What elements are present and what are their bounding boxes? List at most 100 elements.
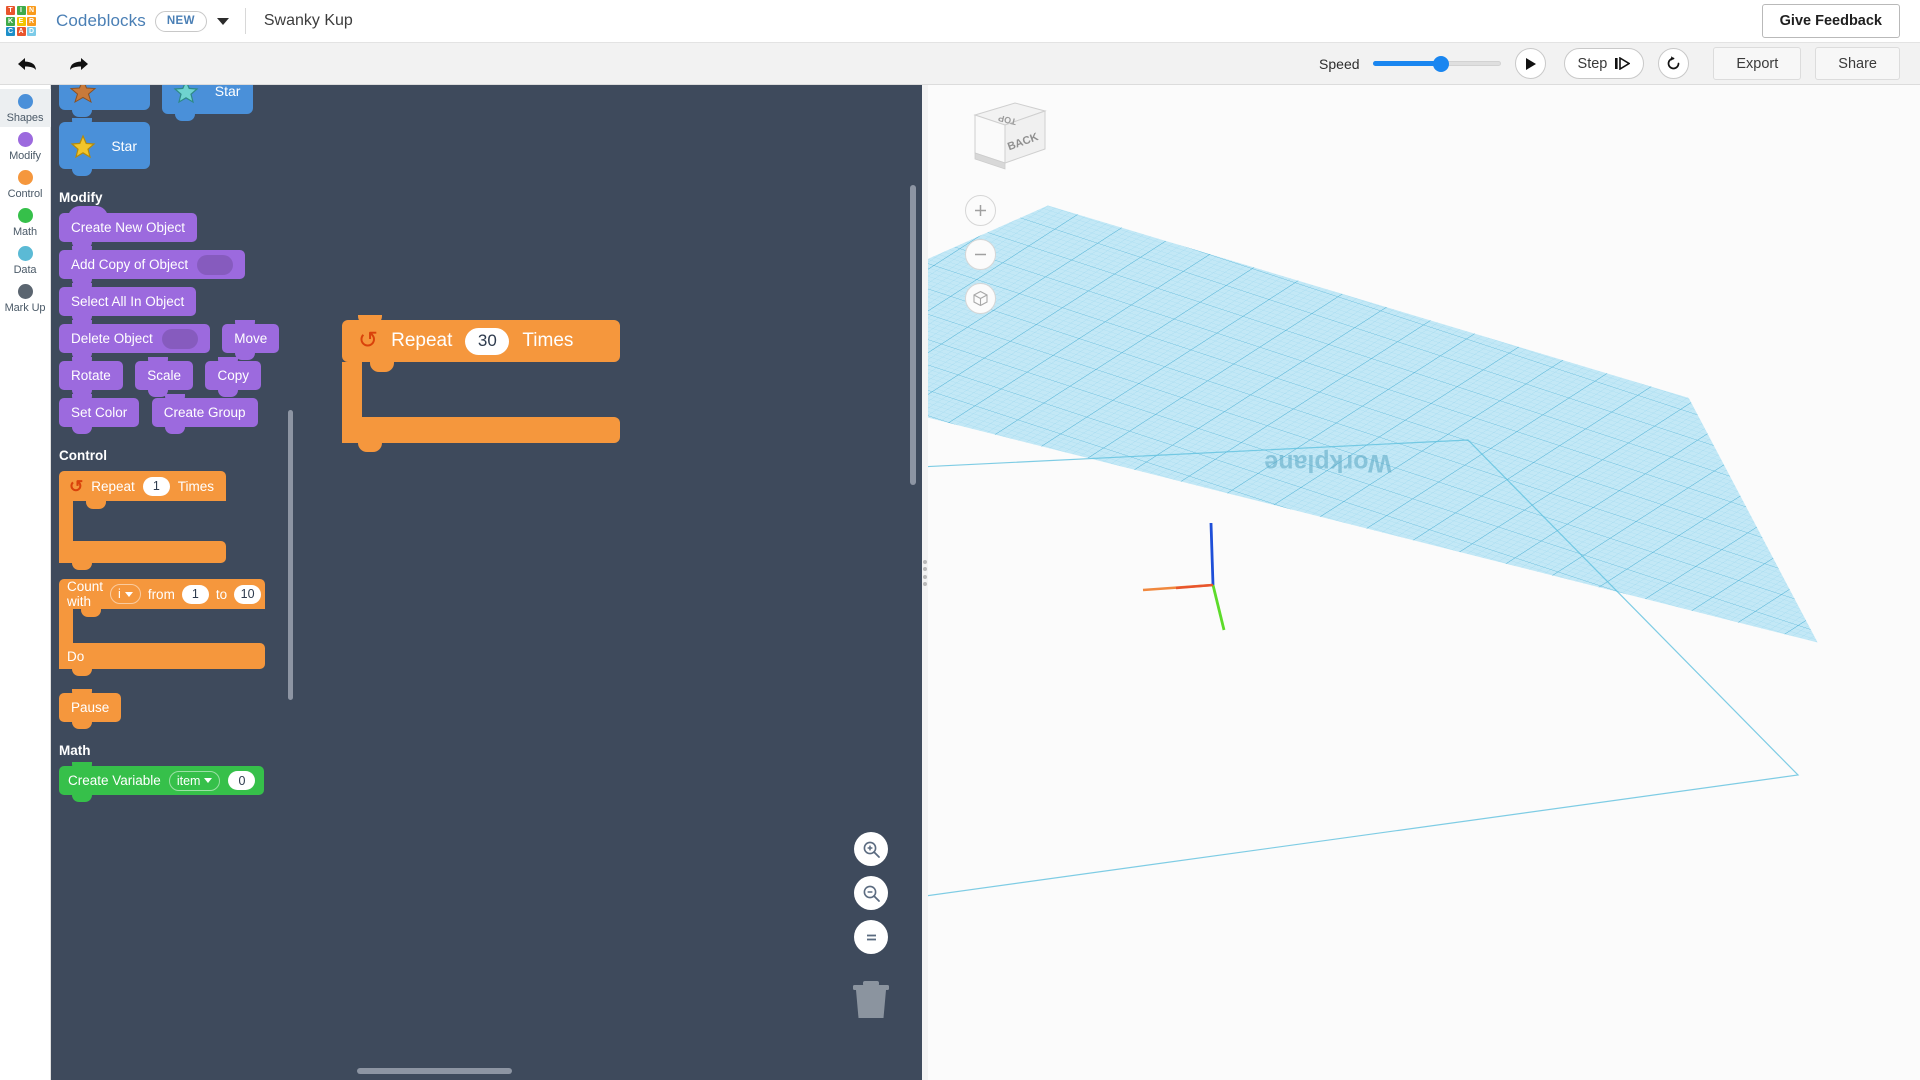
slider-knob[interactable] [1432,55,1449,72]
undo-icon[interactable] [12,50,42,78]
workspace-trash-button[interactable] [850,976,892,1025]
count-from-label: from [147,586,175,602]
data-dot-icon [17,246,33,261]
redo-icon[interactable] [64,50,94,78]
plus-icon [975,205,986,216]
logo-tile-8: D [27,27,36,36]
palette-block-star-teal[interactable]: Star [162,85,254,121]
workspace-repeat-block[interactable]: ↺ Repeat 30 Times [342,315,620,452]
viewport-zoom-in-button[interactable] [965,195,996,226]
shapes-dot-icon [17,94,33,109]
count-to-input[interactable]: 10 [234,584,262,604]
splitter-grip-icon [923,560,927,586]
rail-item-control[interactable]: Control [0,165,51,203]
block-label: Add Copy of Object [71,257,189,272]
new-badge: NEW [154,10,207,32]
variable-name-label: item [176,773,201,788]
palette-block-set-color[interactable]: Set Color [59,394,140,434]
palette-block-select-all-in-object[interactable]: Select All In Object [59,283,197,323]
step-button[interactable]: Step [1563,48,1645,79]
palette-block-repeat[interactable]: ↺ Repeat 1 Times [59,471,226,570]
palette-block-shape-partial[interactable] [59,85,150,117]
control-dot-icon [17,170,33,185]
palette-section-control: Control [59,448,107,463]
logo-tile-6: C [6,27,15,36]
palette-shape-label-1: Star [214,85,241,99]
workspace-zoom-fit-button[interactable] [854,920,888,954]
block-notch [175,113,196,121]
markup-dot-icon [17,284,33,299]
palette-block-rotate[interactable]: Rotate [59,357,123,397]
block-notch [218,389,239,397]
modify-dot-icon [17,132,33,147]
palette-block-move[interactable]: Move [222,320,280,360]
workspace-canvas[interactable]: ↺ Repeat 30 Times [297,85,922,1080]
3d-viewport[interactable]: Workplane TOP BACK [928,85,1920,1080]
loop-icon: ↺ [69,476,84,496]
rail-label-shapes: Shapes [6,112,44,124]
zoom-fit-icon [866,934,876,940]
palette-block-delete-object[interactable]: Delete Object [59,320,210,360]
palette-block-create-variable[interactable]: Create Variable item 0 [59,762,265,802]
rail-item-markup[interactable]: Mark Up [0,279,51,317]
block-slot[interactable] [161,328,198,349]
block-notch [72,168,92,176]
count-variable-dropdown[interactable]: i [110,584,141,604]
variable-name-dropdown[interactable]: item [168,770,221,791]
tinkercad-logo[interactable]: T I N K E R C A D [6,6,36,36]
rail-item-data[interactable]: Data [0,241,51,279]
block-label: Scale [147,368,182,383]
document-title[interactable]: Swanky Kup [264,12,353,30]
workspace-zoom-out-button[interactable] [854,876,888,910]
export-button[interactable]: Export [1713,47,1802,80]
block-notch [72,668,92,676]
rail-label-modify: Modify [9,150,41,162]
play-button[interactable] [1514,48,1546,79]
palette-block-add-copy-of-object[interactable]: Add Copy of Object [59,246,246,286]
rail-item-modify[interactable]: Modify [0,127,51,165]
palette-block-create-group[interactable]: Create Group [151,394,258,434]
palette-block-star-yellow[interactable]: Star [59,118,150,176]
rail-label-math: Math [12,226,38,238]
count-variable-label: i [118,587,121,601]
category-rail: Shapes Modify Control Math Data Mark Up [0,85,51,1080]
palette-block-pause[interactable]: Pause [59,689,122,729]
share-button[interactable]: Share [1815,47,1900,80]
step-label: Step [1577,55,1608,72]
workspace-vertical-scrollbar[interactable] [910,185,916,485]
step-forward-icon [1615,57,1631,70]
zoom-out-icon [863,885,880,902]
workspace-zoom-in-button[interactable] [854,832,888,866]
block-palette[interactable]: Star Star Modify Create New Object Add C… [51,85,297,1080]
variable-value-input[interactable]: 0 [228,771,256,790]
speed-slider[interactable] [1372,55,1501,73]
viewport-zoom-out-button[interactable] [965,239,996,270]
view-cube[interactable]: TOP BACK [963,95,1053,175]
logo-tile-5: R [27,16,36,26]
palette-block-create-new-object[interactable]: Create New Object [59,206,198,249]
palette-scrollbar[interactable] [288,410,293,700]
loop-icon: ↺ [358,327,379,354]
rail-item-shapes[interactable]: Shapes [0,89,51,127]
speed-control[interactable]: Speed [1319,55,1501,73]
cube-icon [973,290,988,307]
count-from-input[interactable]: 1 [181,584,209,604]
speed-label: Speed [1319,55,1360,72]
repeat-suffix-label: Times [177,478,215,494]
palette-block-scale[interactable]: Scale [135,357,194,397]
workspace-repeat-value-input[interactable]: 30 [465,327,510,355]
restart-button[interactable] [1658,48,1690,79]
workplane-grid: Workplane [928,170,1920,897]
logo-tile-4: E [16,16,26,26]
palette-block-count-with[interactable]: Count with i from 1 to 10 Do [59,579,265,676]
repeat-value-input[interactable]: 1 [142,476,170,496]
block-label: Copy [217,368,249,383]
palette-block-copy[interactable]: Copy [205,357,261,397]
give-feedback-button[interactable]: Give Feedback [1761,4,1900,38]
workspace-horizontal-scrollbar[interactable] [357,1068,512,1074]
rail-item-math[interactable]: Math [0,203,51,241]
block-slot[interactable] [197,254,234,275]
viewport-fit-all-button[interactable] [965,283,996,314]
rail-label-data: Data [13,264,37,276]
chevron-down-icon[interactable] [216,17,229,25]
